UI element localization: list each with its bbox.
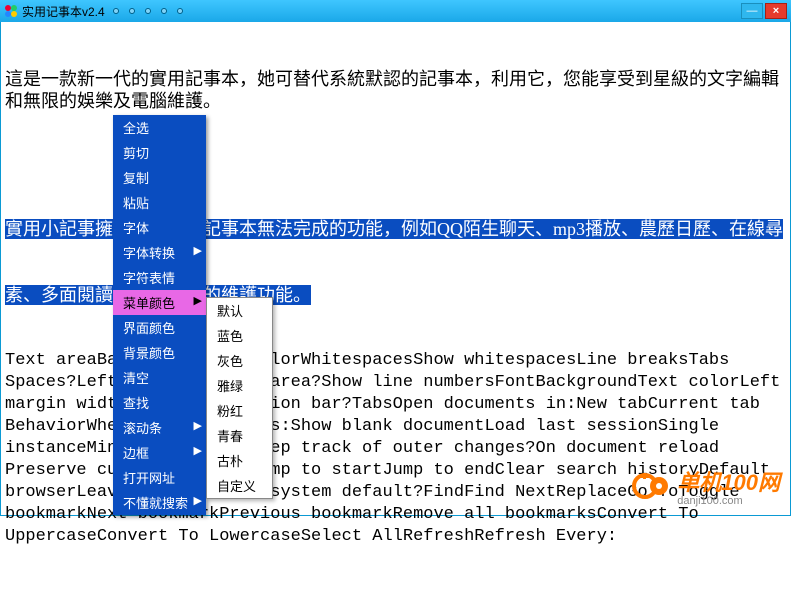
- text-line: UppercaseConvert To LowercaseSelect AllR…: [5, 526, 786, 548]
- submenu-item-0[interactable]: 默认: [207, 298, 272, 323]
- submenu-item-2[interactable]: 灰色: [207, 348, 272, 373]
- watermark-icon: [631, 466, 671, 506]
- close-button[interactable]: ×: [765, 3, 787, 19]
- menu-item-1[interactable]: 剪切: [113, 140, 206, 165]
- window-title: 实用记事本v2.4: [22, 3, 105, 20]
- submenu-item-7[interactable]: 自定义: [207, 473, 272, 498]
- menu-item-2[interactable]: 复制: [113, 165, 206, 190]
- submenu-menu-color[interactable]: 默认蓝色灰色雅绿粉红青春古朴自定义: [206, 297, 273, 499]
- minimize-button[interactable]: —: [741, 3, 763, 19]
- menu-item-7[interactable]: 菜单颜色▶: [113, 290, 206, 315]
- menu-item-3[interactable]: 粘贴: [113, 190, 206, 215]
- submenu-item-5[interactable]: 青春: [207, 423, 272, 448]
- title-bar: 实用记事本v2.4 — ×: [0, 0, 791, 22]
- submenu-arrow-icon: ▶: [194, 244, 202, 257]
- context-menu[interactable]: 全选剪切复制粘贴字体字体转换▶字符表情菜单颜色▶界面颜色背景颜色清空查找滚动条▶…: [113, 115, 206, 515]
- watermark: 单机100网 danji100.com: [631, 465, 780, 507]
- submenu-item-4[interactable]: 粉红: [207, 398, 272, 423]
- submenu-item-1[interactable]: 蓝色: [207, 323, 272, 348]
- menu-item-13[interactable]: 边框▶: [113, 440, 206, 465]
- menu-item-6[interactable]: 字符表情: [113, 265, 206, 290]
- menu-item-4[interactable]: 字体: [113, 215, 206, 240]
- submenu-arrow-icon: ▶: [194, 294, 202, 307]
- menu-item-10[interactable]: 清空: [113, 365, 206, 390]
- submenu-arrow-icon: ▶: [194, 419, 202, 432]
- paragraph-intro: 這是一款新一代的實用記事本，她可替代系統默認的記事本，利用它，您能享受到星級的文…: [5, 68, 786, 112]
- menu-item-11[interactable]: 查找: [113, 390, 206, 415]
- menu-item-9[interactable]: 背景颜色: [113, 340, 206, 365]
- submenu-item-3[interactable]: 雅绿: [207, 373, 272, 398]
- title-dots: [113, 8, 183, 14]
- submenu-arrow-icon: ▶: [194, 444, 202, 457]
- editor-area[interactable]: 這是一款新一代的實用記事本，她可替代系統默認的記事本，利用它，您能享受到星級的文…: [0, 22, 791, 516]
- menu-item-0[interactable]: 全选: [113, 115, 206, 140]
- menu-item-14[interactable]: 打开网址: [113, 465, 206, 490]
- submenu-arrow-icon: ▶: [194, 494, 202, 507]
- watermark-brand: 单机100网: [677, 465, 780, 497]
- menu-item-15[interactable]: 不懂就搜索▶: [113, 490, 206, 515]
- menu-item-5[interactable]: 字体转换▶: [113, 240, 206, 265]
- submenu-item-6[interactable]: 古朴: [207, 448, 272, 473]
- menu-item-8[interactable]: 界面颜色: [113, 315, 206, 340]
- menu-item-12[interactable]: 滚动条▶: [113, 415, 206, 440]
- app-icon: [4, 4, 18, 18]
